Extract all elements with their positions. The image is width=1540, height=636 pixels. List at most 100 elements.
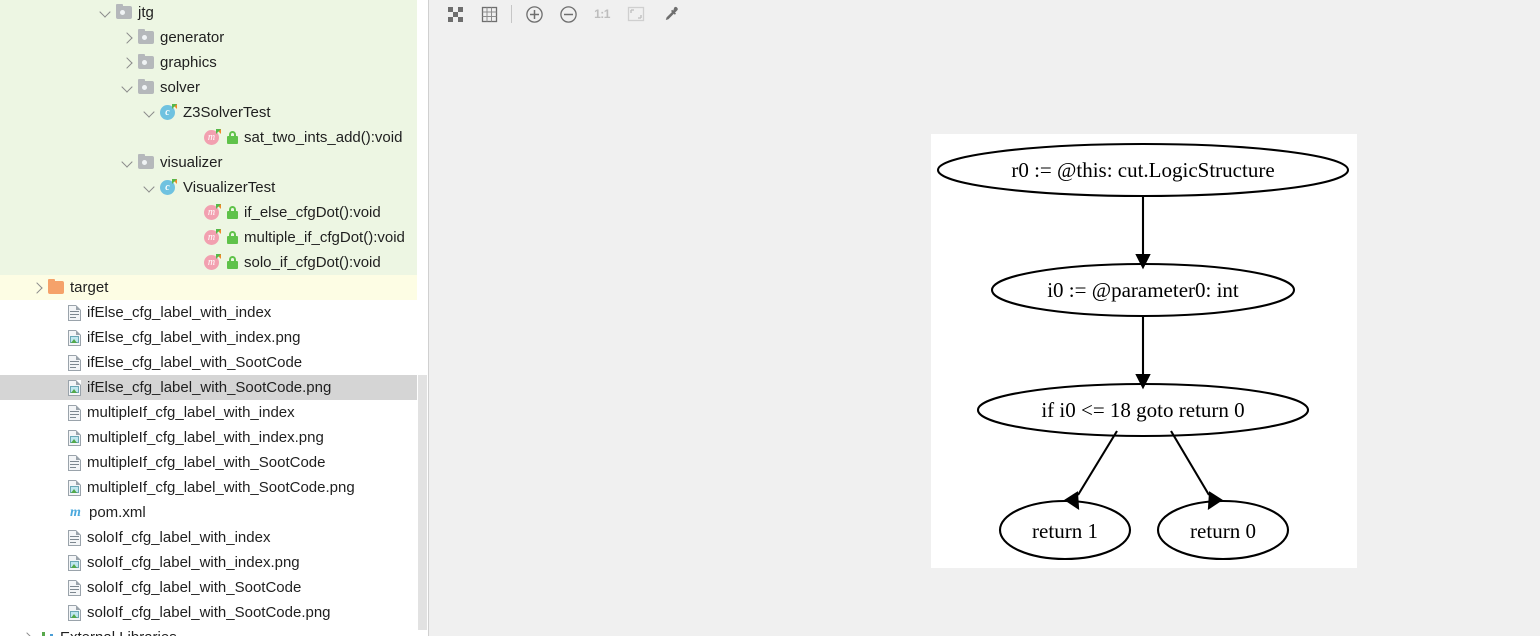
grid-icon: [481, 6, 497, 22]
folder-icon: [138, 79, 154, 94]
java-class-icon: c: [160, 104, 177, 121]
tree-row-label: solver: [160, 78, 201, 96]
tree-row[interactable]: multipleIf_cfg_label_with_SootCode.png: [0, 475, 429, 500]
folder-icon: [138, 154, 154, 169]
eyedropper-icon: [665, 6, 678, 20]
fit-to-window-button[interactable]: [619, 1, 653, 27]
ide-window: jtg generator graphics solver c Z3SolverTest m…: [0, 0, 1540, 636]
graph-node-label: return 0: [1190, 519, 1256, 543]
image-file-icon: [68, 429, 81, 446]
tree-row-label: if_else_cfgDot():void: [244, 203, 381, 221]
tree-row-label: soloIf_cfg_label_with_index.png: [87, 553, 300, 571]
tree-row[interactable]: visualizer: [0, 150, 429, 175]
folder-icon: [48, 279, 64, 294]
tree-row-label: multipleIf_cfg_label_with_SootCode: [87, 453, 326, 471]
scrollbar-thumb[interactable]: [418, 375, 427, 630]
image-file-icon: [68, 604, 81, 621]
tree-row[interactable]: soloIf_cfg_label_with_index: [0, 525, 429, 550]
tree-row[interactable]: m if_else_cfgDot():void: [0, 200, 429, 225]
tree-row[interactable]: m pom.xml: [0, 500, 429, 525]
folder-icon: [138, 54, 154, 69]
chevron-down-icon[interactable]: [120, 155, 135, 170]
tree-row[interactable]: graphics: [0, 50, 429, 75]
chevron-down-icon[interactable]: [120, 80, 135, 95]
chevron-down-icon[interactable]: [142, 180, 157, 195]
tree-row[interactable]: m sat_two_ints_add():void: [0, 125, 429, 150]
tree-row[interactable]: c Z3SolverTest: [0, 100, 429, 125]
tree-row[interactable]: m multiple_if_cfgDot():void: [0, 225, 429, 250]
checkerboard-icon: [447, 6, 463, 22]
zoom-out-button[interactable]: [551, 1, 585, 27]
tree-row[interactable]: c VisualizerTest: [0, 175, 429, 200]
tree-row[interactable]: solver: [0, 75, 429, 100]
image-file-icon: [68, 554, 81, 571]
one-to-one-icon: 1:1: [594, 7, 610, 21]
tree-row[interactable]: multipleIf_cfg_label_with_index: [0, 400, 429, 425]
tree-row-label: multipleIf_cfg_label_with_index.png: [87, 428, 324, 446]
toggle-transparency-grid-button[interactable]: [438, 1, 472, 27]
lock-icon: [227, 231, 238, 244]
text-file-icon: [68, 579, 81, 596]
vertical-scrollbar[interactable]: [417, 0, 428, 636]
toggle-pixel-grid-button[interactable]: [472, 1, 506, 27]
external-libraries-icon: [38, 631, 54, 636]
tree-row[interactable]: target: [0, 275, 429, 300]
zoom-in-button[interactable]: [517, 1, 551, 27]
color-picker-button[interactable]: [653, 1, 687, 27]
text-file-icon: [68, 404, 81, 421]
chevron-right-icon[interactable]: [30, 280, 45, 295]
tree-row[interactable]: multipleIf_cfg_label_with_SootCode: [0, 450, 429, 475]
tree-row-label: target: [70, 278, 109, 296]
lock-icon: [227, 206, 238, 219]
maven-xml-icon: m: [70, 504, 81, 520]
tree-row[interactable]: soloIf_cfg_label_with_SootCode.png: [0, 600, 429, 625]
tree-row[interactable]: ifElse_cfg_label_with_index: [0, 300, 429, 325]
zoom-out-icon: [559, 5, 577, 23]
tree-row-label: graphics: [160, 53, 217, 71]
tree-row-label: multipleIf_cfg_label_with_index: [87, 403, 295, 421]
tree-row[interactable]: soloIf_cfg_label_with_index.png: [0, 550, 429, 575]
chevron-right-icon[interactable]: [120, 30, 135, 45]
chevron-right-icon[interactable]: [120, 55, 135, 70]
tree-row-label: soloIf_cfg_label_with_index: [87, 528, 271, 546]
chevron-down-icon[interactable]: [142, 105, 157, 120]
chevron-down-icon[interactable]: [98, 5, 113, 20]
text-file-icon: [68, 354, 81, 371]
graph-node-label: r0 := @this: cut.LogicStructure: [1011, 158, 1274, 182]
tree-row[interactable]: External Libraries: [0, 625, 429, 636]
java-method-icon: m: [204, 229, 221, 246]
chevron-right-icon[interactable]: [20, 630, 35, 636]
graph-node-label: if i0 <= 18 goto return 0: [1041, 398, 1244, 422]
tree-row-label: generator: [160, 28, 225, 46]
project-tree-panel[interactable]: jtg generator graphics solver c Z3SolverTest m…: [0, 0, 429, 636]
tree-row-label: visualizer: [160, 153, 223, 171]
tree-row[interactable]: generator: [0, 25, 429, 50]
tree-row-label: Z3SolverTest: [183, 103, 271, 121]
zoom-in-icon: [525, 5, 543, 23]
tree-row-label: VisualizerTest: [183, 178, 276, 196]
tree-row[interactable]: multipleIf_cfg_label_with_index.png: [0, 425, 429, 450]
tree-row[interactable]: jtg: [0, 0, 429, 25]
tree-row[interactable]: m solo_if_cfgDot():void: [0, 250, 429, 275]
actual-size-button[interactable]: 1:1: [585, 1, 619, 27]
image-preview-canvas[interactable]: r0 := @this: cut.LogicStructure i0 := @p…: [931, 134, 1357, 568]
image-file-icon: [68, 379, 81, 396]
tree-row[interactable]: soloIf_cfg_label_with_SootCode: [0, 575, 429, 600]
project-tree-list: jtg generator graphics solver c Z3SolverTest m…: [0, 0, 429, 636]
tree-row[interactable]: ifElse_cfg_label_with_SootCode: [0, 350, 429, 375]
java-method-icon: m: [204, 204, 221, 221]
tree-row[interactable]: ifElse_cfg_label_with_SootCode.png: [0, 375, 429, 400]
java-class-icon: c: [160, 179, 177, 196]
tree-row[interactable]: ifElse_cfg_label_with_index.png: [0, 325, 429, 350]
tree-row-label: jtg: [138, 3, 154, 21]
